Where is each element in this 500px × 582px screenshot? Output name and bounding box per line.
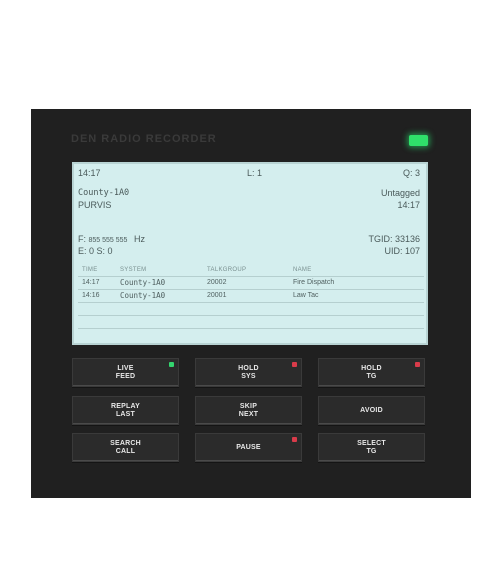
button-label: CALL	[115, 447, 136, 455]
row-time: 14:17	[82, 279, 100, 286]
status-led-icon	[409, 135, 428, 146]
error-status: E: 0 S: 0	[78, 246, 113, 256]
button-label: FEED	[115, 372, 136, 380]
live-feed-indicator-icon	[169, 362, 174, 367]
live-feed-button[interactable]: LIVE FEED	[72, 358, 179, 387]
row-time: 14:16	[82, 292, 100, 299]
hold-sys-button[interactable]: HOLD SYS	[195, 358, 302, 387]
button-label: SKIP	[239, 402, 258, 410]
avoid-button[interactable]: AVOID	[318, 396, 425, 425]
button-label: SEARCH	[110, 439, 141, 447]
hold-tg-button[interactable]: HOLD TG	[318, 358, 425, 387]
uid-value: UID: 107	[384, 246, 420, 256]
row-name: Law Tac	[293, 292, 319, 299]
frequency-readout: F: 855 555 555 Hz	[78, 234, 145, 244]
table-divider	[78, 276, 424, 277]
row-system: County-1A0	[120, 278, 166, 287]
hold-tg-indicator-icon	[415, 362, 420, 367]
tag-time: 14:17	[397, 200, 420, 210]
tgid-value: TGID: 33136	[368, 234, 420, 244]
column-header-name: NAME	[293, 267, 312, 273]
l-indicator: L: 1	[247, 168, 263, 178]
column-header-time: TIME	[82, 267, 98, 273]
row-talkgroup: 20001	[207, 292, 227, 299]
button-label: TG	[366, 372, 377, 380]
row-name: Fire Dispatch	[293, 279, 335, 286]
tag-label: Untagged	[380, 188, 420, 198]
button-label: NEXT	[238, 410, 259, 418]
row-system: County-1A0	[120, 291, 166, 300]
button-label: LAST	[115, 410, 136, 418]
button-label: HOLD	[361, 364, 382, 372]
select-tg-button[interactable]: SELECT TG	[318, 433, 425, 462]
button-label: HOLD	[238, 364, 259, 372]
button-label: REPLAY	[111, 402, 140, 410]
table-divider	[78, 289, 424, 290]
button-label: SELECT	[357, 439, 386, 447]
lcd-screen: 14:17 L: 1 Q: 3 County-1A0 PURVIS Untagg…	[72, 162, 428, 345]
hold-sys-indicator-icon	[292, 362, 297, 367]
replay-last-button[interactable]: REPLAY LAST	[72, 396, 179, 425]
site-name: PURVIS	[78, 200, 112, 210]
column-header-system: SYSTEM	[120, 267, 147, 273]
pause-indicator-icon	[292, 437, 297, 442]
system-name: County-1A0	[78, 188, 130, 198]
table-divider	[78, 328, 424, 329]
frequency-unit: Hz	[133, 234, 145, 244]
frequency-prefix: F:	[78, 234, 86, 244]
search-call-button[interactable]: SEARCH CALL	[72, 433, 179, 462]
button-label: TG	[366, 447, 377, 455]
table-divider	[78, 302, 424, 303]
button-label: LIVE	[117, 364, 134, 372]
skip-next-button[interactable]: SKIP NEXT	[195, 396, 302, 425]
button-label: PAUSE	[236, 443, 261, 451]
table-divider	[78, 315, 424, 316]
column-header-talkgroup: TALKGROUP	[207, 267, 247, 273]
q-indicator: Q: 3	[402, 168, 420, 178]
button-label: AVOID	[360, 406, 383, 414]
pause-button[interactable]: PAUSE	[195, 433, 302, 462]
frequency-value: 855 555 555	[88, 237, 128, 244]
row-talkgroup: 20002	[207, 279, 227, 286]
clock-time: 14:17	[78, 168, 101, 178]
radio-recorder-device: DEN RADIO RECORDER 14:17 L: 1 Q: 3 Count…	[31, 109, 471, 498]
button-label: SYS	[241, 372, 256, 380]
device-title: DEN RADIO RECORDER	[71, 133, 217, 145]
